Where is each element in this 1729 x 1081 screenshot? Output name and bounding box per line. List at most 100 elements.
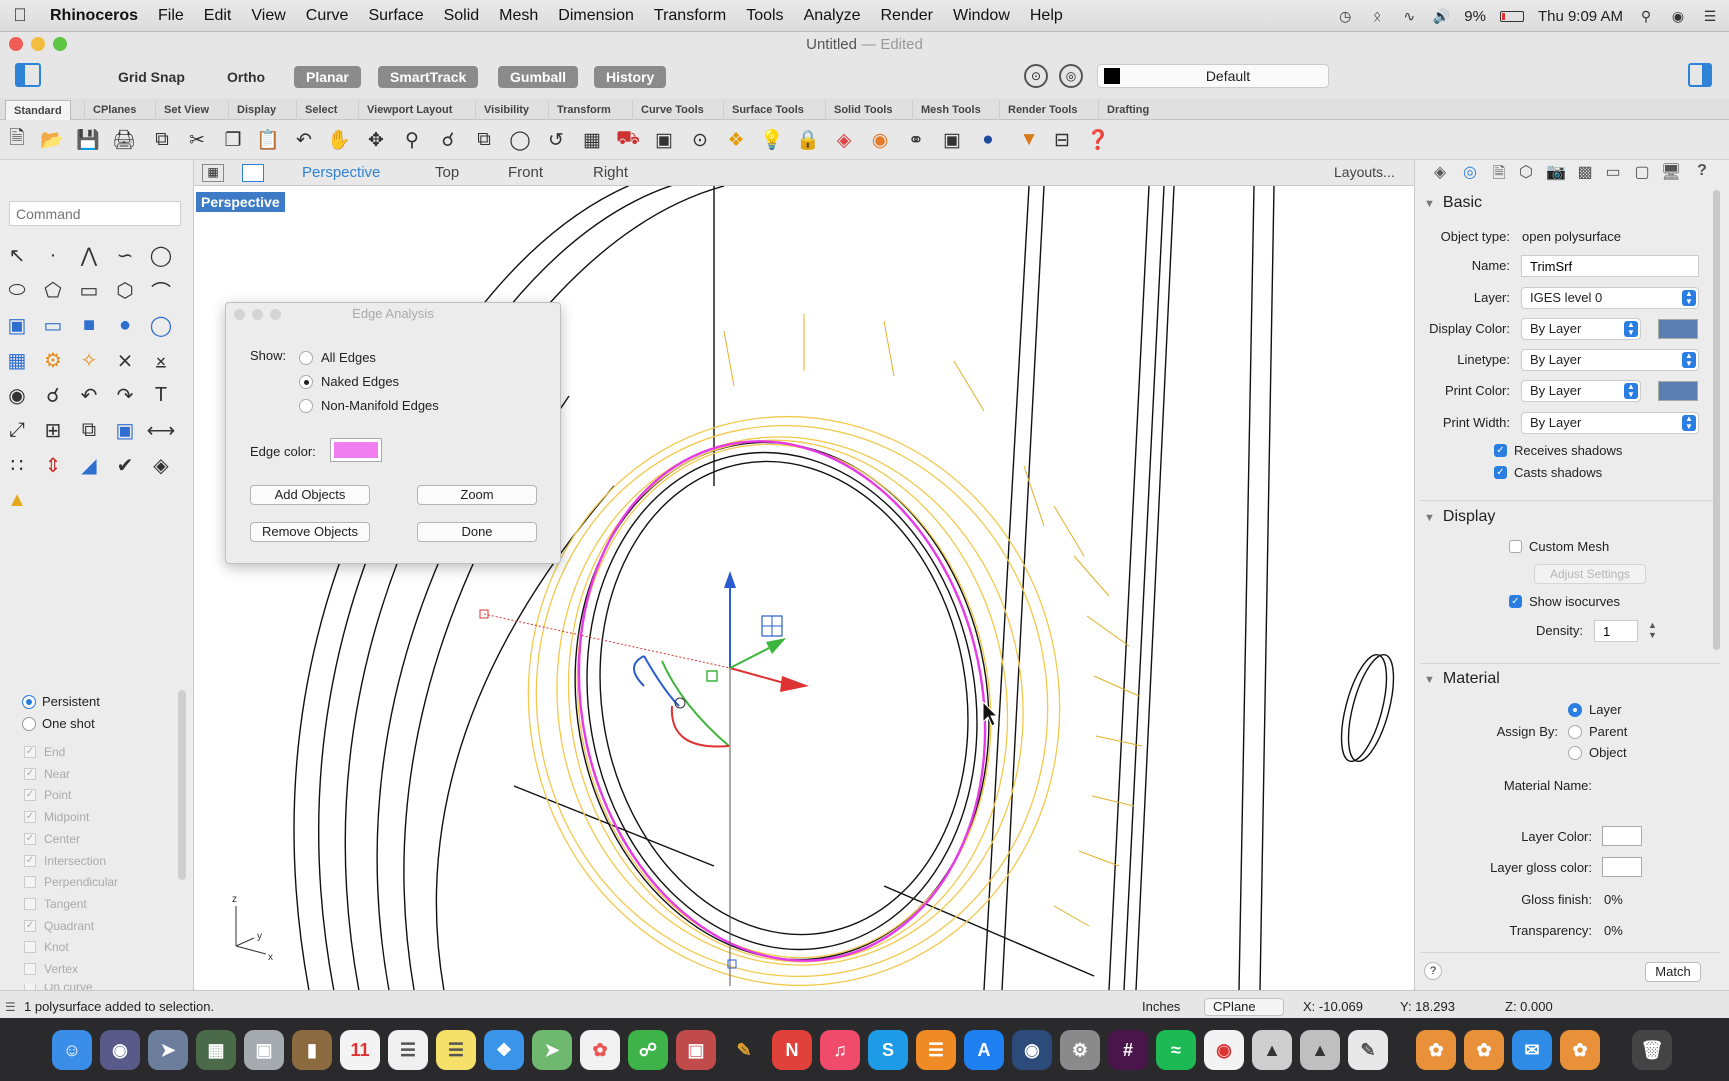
- receives-shadows-checkbox[interactable]: ✓ Receives shadows: [1494, 443, 1622, 458]
- gumball-toggle[interactable]: Gumball: [498, 66, 579, 88]
- slack-icon[interactable]: #: [1108, 1030, 1148, 1070]
- points-on-icon[interactable]: ❖: [722, 126, 750, 154]
- naked-edges-radio-button[interactable]: [299, 374, 313, 389]
- fillet-curve-icon[interactable]: ⌒: [146, 275, 176, 305]
- spotify-icon[interactable]: ≈: [1156, 1030, 1196, 1070]
- radio-button[interactable]: [1568, 745, 1582, 760]
- flower-app-2-icon[interactable]: ✿: [1464, 1030, 1504, 1070]
- tab-display[interactable]: Display: [228, 100, 284, 120]
- lock-icon[interactable]: 🔒: [794, 126, 822, 154]
- facetime-icon[interactable]: ☍: [628, 1030, 668, 1070]
- texture-panel-icon[interactable]: ▢: [1630, 162, 1654, 184]
- radio-button[interactable]: [1568, 724, 1582, 739]
- polyline-icon[interactable]: ⋀: [74, 240, 104, 270]
- polygon-icon[interactable]: ⬠: [38, 275, 68, 305]
- block-icon[interactable]: ▣: [110, 415, 140, 445]
- checkbox-box[interactable]: [1509, 540, 1522, 553]
- all-edges-radio[interactable]: All Edges: [299, 350, 376, 365]
- layers-panel-icon[interactable]: ◈: [1428, 162, 1452, 184]
- paint-bucket-icon[interactable]: ▲: [2, 485, 32, 515]
- add-objects-button[interactable]: Add Objects: [250, 485, 370, 505]
- osnap-checkbox[interactable]: ✓: [24, 789, 36, 802]
- tab-cplanes[interactable]: CPlanes: [84, 100, 144, 120]
- volume-icon[interactable]: 🔊: [1432, 8, 1450, 24]
- one-shot-radio-button[interactable]: [22, 716, 36, 731]
- materials-panel-icon[interactable]: ▩: [1573, 162, 1597, 184]
- checkmark-icon[interactable]: ✓: [1494, 444, 1507, 457]
- cplane-icon[interactable]: ▣: [650, 126, 678, 154]
- linetype-select[interactable]: By Layer ▲ ▼: [1521, 349, 1699, 371]
- tab-standard[interactable]: Standard: [5, 100, 71, 120]
- explode-icon[interactable]: ✧: [74, 345, 104, 375]
- system-preferences-icon[interactable]: ⚙: [1060, 1030, 1100, 1070]
- curve-icon[interactable]: ∽: [110, 240, 140, 270]
- menu-app-name[interactable]: Rhinoceros: [40, 7, 148, 25]
- color-wheel-icon[interactable]: ◉: [866, 126, 894, 154]
- density-field[interactable]: [1594, 620, 1638, 642]
- zoom-extents-icon[interactable]: ⧉: [470, 126, 498, 154]
- move-icon[interactable]: ⤢: [2, 415, 32, 445]
- display-panel-icon[interactable]: 🖥: [1659, 162, 1683, 184]
- smarttrack-toggle[interactable]: SmartTrack: [378, 66, 479, 88]
- app-store-icon[interactable]: A: [964, 1030, 1004, 1070]
- osnap-item[interactable]: ✓ End: [24, 745, 65, 759]
- menu-mesh[interactable]: Mesh: [489, 7, 548, 25]
- done-button[interactable]: Done: [417, 522, 537, 542]
- properties-help-button[interactable]: ?: [1424, 962, 1442, 980]
- named-views-icon[interactable]: 📷: [1544, 162, 1568, 184]
- array-icon[interactable]: ⊞: [38, 415, 68, 445]
- rotate-view-icon[interactable]: ✥: [362, 126, 390, 154]
- viewport-tab-top[interactable]: Top: [435, 164, 459, 181]
- join-icon[interactable]: ☌: [38, 380, 68, 410]
- viewport-tab-perspective[interactable]: Perspective: [302, 164, 380, 181]
- checkmark-icon[interactable]: ✓: [1494, 466, 1507, 479]
- assign-layer-radio[interactable]: Layer: [1568, 702, 1622, 717]
- zoom-window-icon[interactable]: ☌: [434, 126, 462, 154]
- command-input[interactable]: [9, 201, 181, 226]
- car-named-view-icon[interactable]: ⛟: [614, 126, 642, 154]
- units-label[interactable]: Inches: [1142, 999, 1180, 1014]
- undo-view-icon[interactable]: ↺: [542, 126, 570, 154]
- light-icon[interactable]: ▼: [1015, 126, 1043, 154]
- persistent-radio[interactable]: Persistent: [22, 694, 100, 709]
- point-icon[interactable]: ·: [38, 240, 68, 270]
- osnap-item[interactable]: ✓ Near: [24, 767, 70, 781]
- tab-drafting[interactable]: Drafting: [1098, 100, 1157, 120]
- export-icon[interactable]: ⧉: [148, 126, 176, 154]
- rectangle-icon[interactable]: ▭: [74, 275, 104, 305]
- tab-curve-tools[interactable]: Curve Tools: [632, 100, 712, 120]
- right-panel-toggle-icon[interactable]: [1688, 63, 1712, 87]
- music-icon[interactable]: ♫: [820, 1030, 860, 1070]
- persistent-radio-button[interactable]: [22, 694, 36, 709]
- viewport-title-label[interactable]: Perspective: [196, 192, 285, 212]
- properties-panel-icon[interactable]: ◎: [1458, 162, 1482, 184]
- maps-icon[interactable]: ➤: [532, 1030, 572, 1070]
- light-panel-icon[interactable]: ▭: [1601, 162, 1625, 184]
- osnap-checkbox[interactable]: ✓: [24, 919, 36, 932]
- zoom-button[interactable]: Zoom: [417, 485, 537, 505]
- tab-mesh-tools[interactable]: Mesh Tools: [912, 100, 989, 120]
- tab-viewport-layout[interactable]: Viewport Layout: [358, 100, 460, 120]
- one-shot-radio[interactable]: One shot: [22, 716, 95, 731]
- menu-surface[interactable]: Surface: [358, 7, 433, 25]
- calendar-icon[interactable]: 11: [340, 1030, 380, 1070]
- siri-icon[interactable]: ◉: [1669, 8, 1687, 24]
- menu-render[interactable]: Render: [870, 7, 942, 25]
- save-icon[interactable]: 💾: [74, 126, 102, 154]
- osnap-checkbox[interactable]: [24, 876, 36, 889]
- layer-color-swatch[interactable]: [1602, 826, 1642, 846]
- print-color-select[interactable]: By Layer ▲ ▼: [1521, 380, 1641, 402]
- help-panel-icon[interactable]: ?: [1690, 162, 1714, 184]
- zoom-dynamic-icon[interactable]: ⚲: [398, 126, 426, 154]
- safari-icon[interactable]: ❖: [484, 1030, 524, 1070]
- edge-color-well[interactable]: [330, 438, 382, 462]
- menu-help[interactable]: Help: [1020, 7, 1073, 25]
- non-manifold-edges-radio[interactable]: Non-Manifold Edges: [299, 398, 439, 413]
- books-icon[interactable]: ☰: [916, 1030, 956, 1070]
- help-icon[interactable]: ❓: [1084, 126, 1112, 154]
- osnap-checkbox[interactable]: [24, 897, 36, 910]
- dimension-tool-icon[interactable]: ⟷: [146, 415, 176, 445]
- layer-select[interactable]: IGES level 0 ▲ ▼: [1521, 287, 1699, 309]
- checkmark-icon[interactable]: ✔: [110, 450, 140, 480]
- command-history-icon[interactable]: ☰: [5, 1000, 16, 1014]
